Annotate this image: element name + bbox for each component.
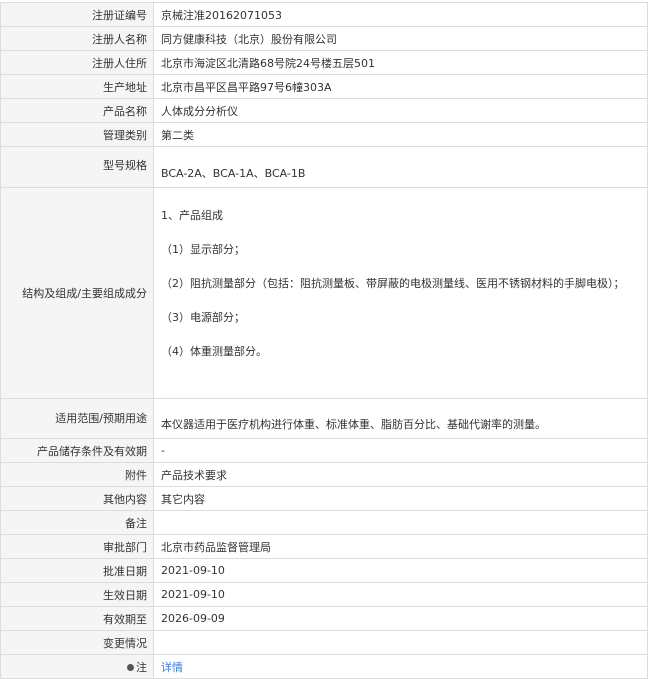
remark-label: 备注 [0, 510, 154, 535]
row-expiry-date: 有效期至 2026-09-09 [0, 606, 648, 631]
structure-label: 结构及组成/主要组成成分 [0, 187, 154, 399]
attachment-label: 附件 [0, 462, 154, 487]
address-label: 注册人住所 [0, 50, 154, 75]
registration-table: 注册证编号 京械注准20162071053 注册人名称 同方健康科技（北京）股份… [0, 2, 648, 679]
remark-value [153, 510, 648, 535]
changes-value [153, 630, 648, 655]
other-label: 其他内容 [0, 486, 154, 511]
row-approval-date: 批准日期 2021-09-10 [0, 558, 648, 583]
row-product-name: 产品名称 人体成分分析仪 [0, 98, 648, 123]
approval-date-value: 2021-09-10 [153, 558, 648, 583]
model-value: BCA-2A、BCA-1A、BCA-1B [153, 146, 648, 188]
row-changes: 变更情况 [0, 630, 648, 655]
effective-date-label: 生效日期 [0, 582, 154, 607]
structure-line: （1）显示部分； [161, 243, 245, 256]
row-structure: 结构及组成/主要组成成分 1、产品组成 （1）显示部分； （2）阻抗测量部分（包… [0, 187, 648, 399]
registrant-label: 注册人名称 [0, 26, 154, 51]
detail-link[interactable]: 详情 [161, 661, 183, 674]
approval-dept-value: 北京市药品监督管理局 [153, 534, 648, 559]
row-approval-dept: 审批部门 北京市药品监督管理局 [0, 534, 648, 559]
row-intended-use: 适用范围/预期用途 本仪器适用于医疗机构进行体重、标准体重、脂肪百分比、基础代谢… [0, 398, 648, 439]
note-label-cell: 注 [0, 654, 154, 679]
row-production-address: 生产地址 北京市昌平区昌平路97号6幢303A [0, 74, 648, 99]
row-storage: 产品储存条件及有效期 - [0, 438, 648, 463]
storage-value: - [153, 438, 648, 463]
effective-date-value: 2021-09-10 [153, 582, 648, 607]
info-dot-icon [127, 664, 134, 671]
row-attachment: 附件 产品技术要求 [0, 462, 648, 487]
note-label: 注 [136, 660, 147, 674]
row-remark: 备注 [0, 510, 648, 535]
row-model: 型号规格 BCA-2A、BCA-1A、BCA-1B [0, 146, 648, 188]
registrant-value: 同方健康科技（北京）股份有限公司 [153, 26, 648, 51]
product-name-value: 人体成分分析仪 [153, 98, 648, 123]
structure-line: （2）阻抗测量部分（包括：阻抗测量板、带屏蔽的电极测量线、医用不锈钢材料的手脚电… [161, 277, 625, 290]
reg-no-label: 注册证编号 [0, 2, 154, 27]
other-value: 其它内容 [153, 486, 648, 511]
row-category: 管理类别 第二类 [0, 122, 648, 147]
note-value-cell: 详情 [153, 654, 648, 679]
structure-line: （3）电源部分； [161, 311, 245, 324]
intended-use-label: 适用范围/预期用途 [0, 398, 154, 439]
production-address-label: 生产地址 [0, 74, 154, 99]
structure-value: 1、产品组成 （1）显示部分； （2）阻抗测量部分（包括：阻抗测量板、带屏蔽的电… [153, 187, 648, 399]
attachment-value: 产品技术要求 [153, 462, 648, 487]
structure-line: （4）体重测量部分。 [161, 345, 267, 358]
product-name-label: 产品名称 [0, 98, 154, 123]
row-address: 注册人住所 北京市海淀区北清路68号院24号楼五层501 [0, 50, 648, 75]
row-note: 注 详情 [0, 654, 648, 679]
category-label: 管理类别 [0, 122, 154, 147]
storage-label: 产品储存条件及有效期 [0, 438, 154, 463]
production-address-value: 北京市昌平区昌平路97号6幢303A [153, 74, 648, 99]
approval-dept-label: 审批部门 [0, 534, 154, 559]
row-other: 其他内容 其它内容 [0, 486, 648, 511]
structure-line: 1、产品组成 [161, 209, 223, 222]
row-registrant: 注册人名称 同方健康科技（北京）股份有限公司 [0, 26, 648, 51]
model-label: 型号规格 [0, 146, 154, 188]
reg-no-value: 京械注准20162071053 [153, 2, 648, 27]
expiry-date-value: 2026-09-09 [153, 606, 648, 631]
address-value: 北京市海淀区北清路68号院24号楼五层501 [153, 50, 648, 75]
expiry-date-label: 有效期至 [0, 606, 154, 631]
row-reg-no: 注册证编号 京械注准20162071053 [0, 2, 648, 27]
category-value: 第二类 [153, 122, 648, 147]
approval-date-label: 批准日期 [0, 558, 154, 583]
intended-use-value: 本仪器适用于医疗机构进行体重、标准体重、脂肪百分比、基础代谢率的测量。 [153, 398, 648, 439]
changes-label: 变更情况 [0, 630, 154, 655]
row-effective-date: 生效日期 2021-09-10 [0, 582, 648, 607]
